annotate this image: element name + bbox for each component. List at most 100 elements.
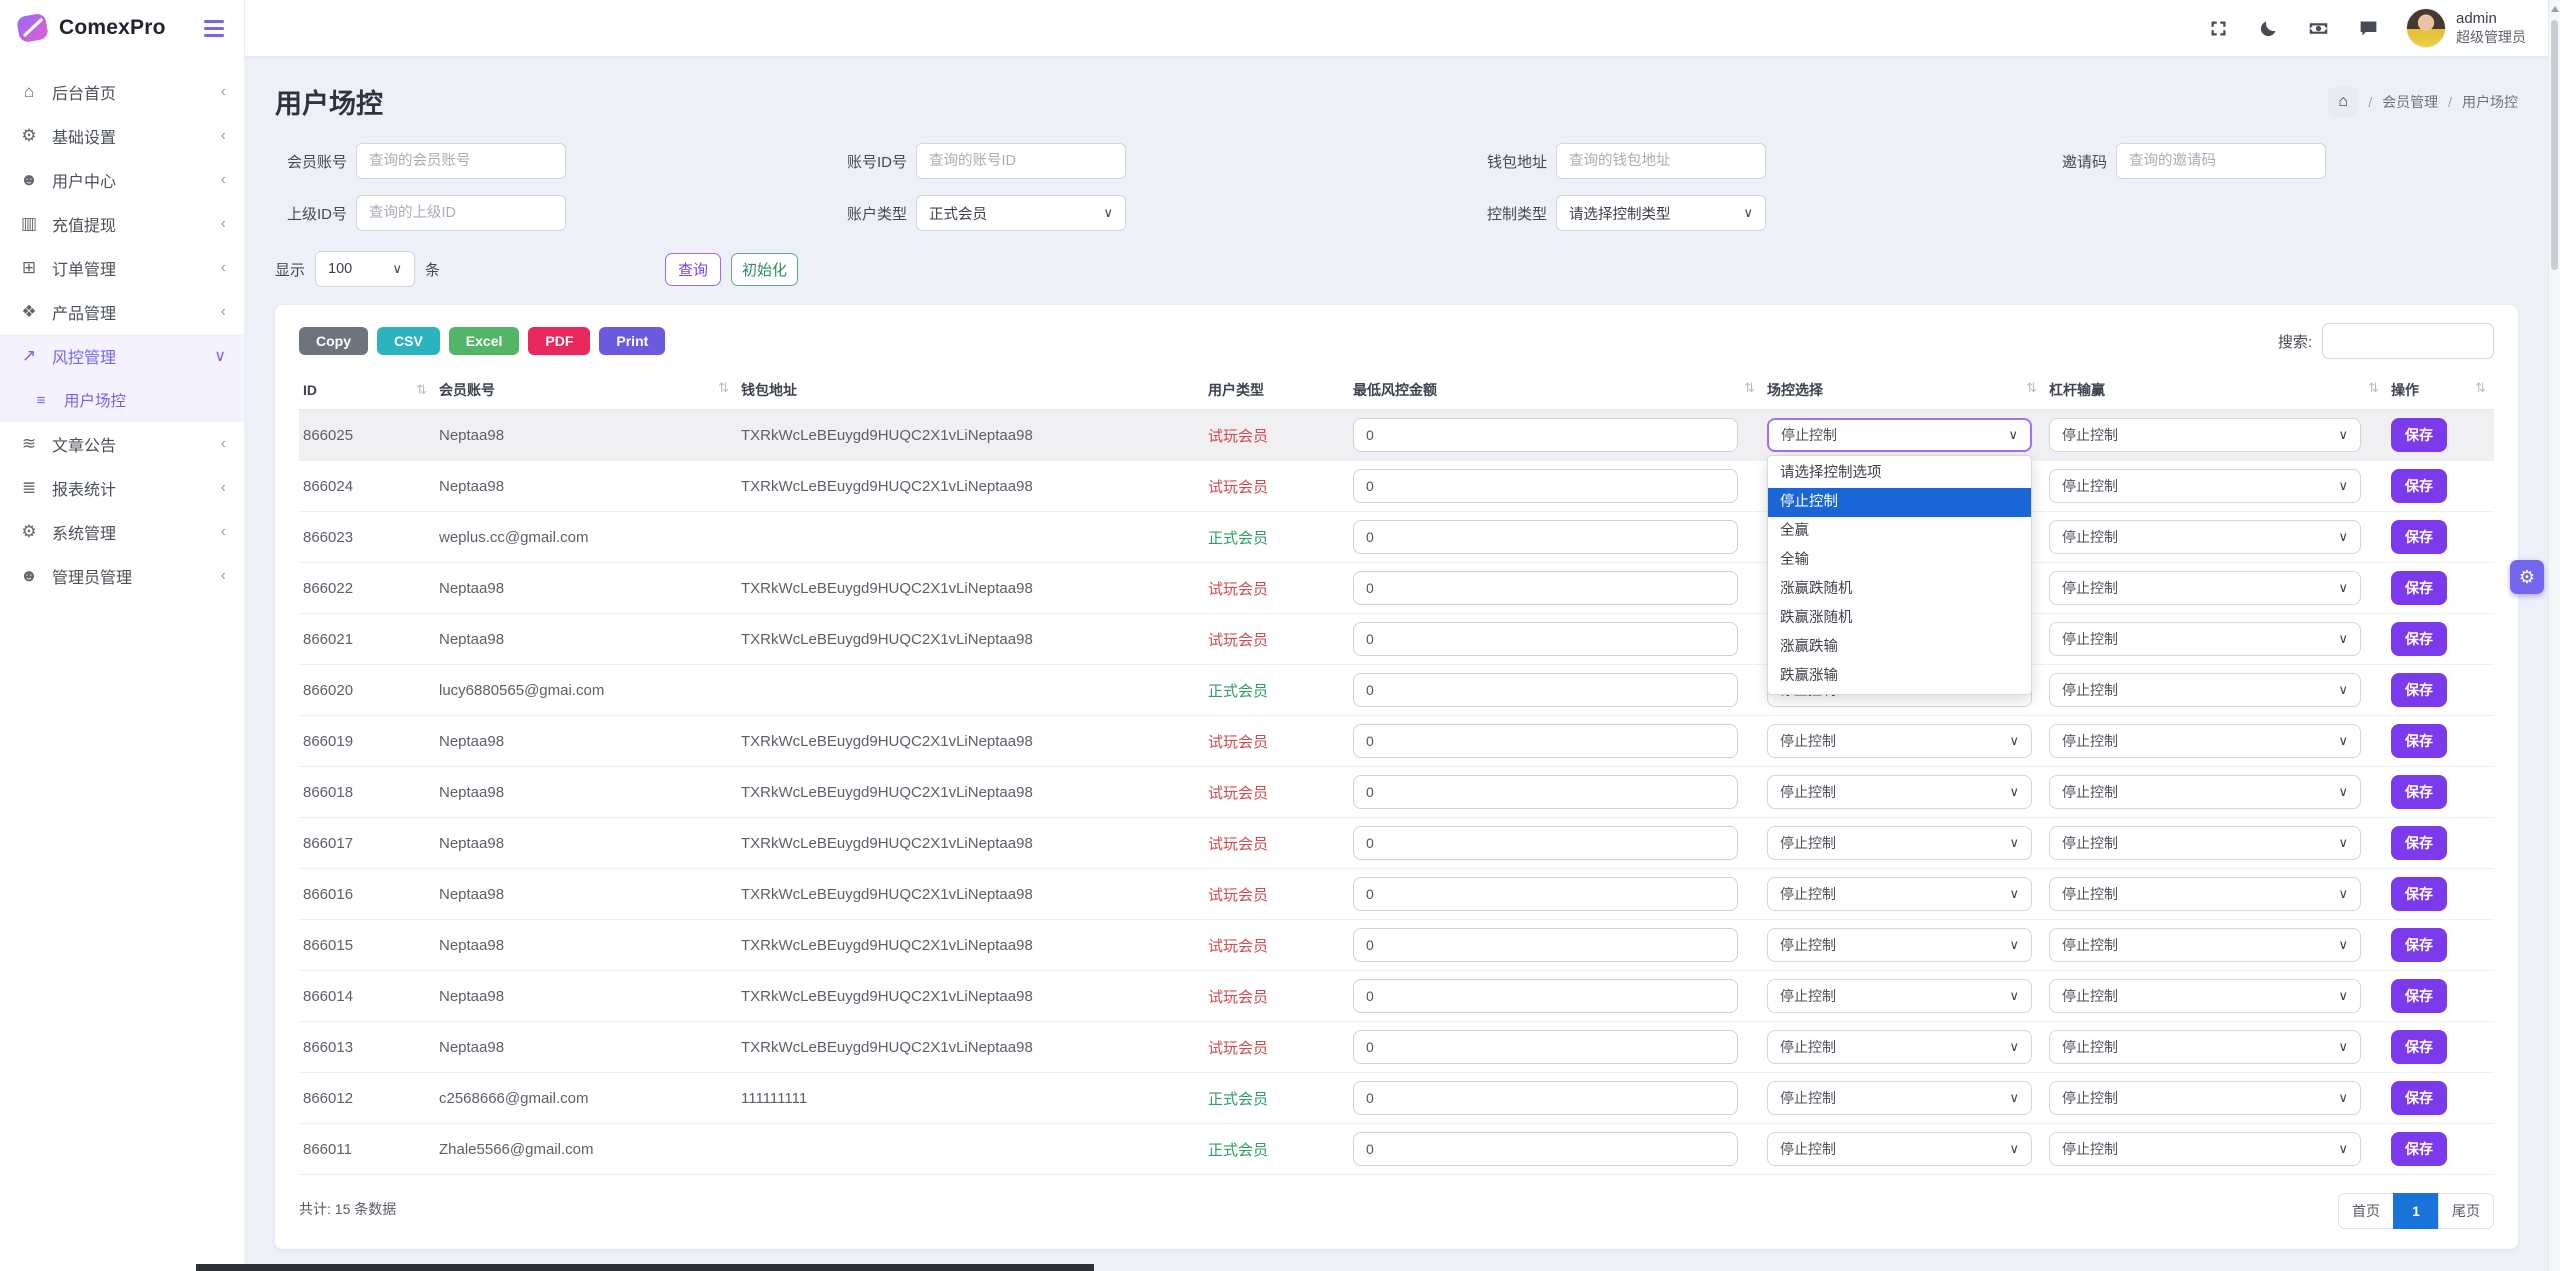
control-select[interactable]: 停止控制 ∨ bbox=[1767, 826, 2032, 860]
control-select[interactable]: 停止控制 ∨ bbox=[1767, 724, 2032, 758]
column-header[interactable]: 场控选择 ⇅ bbox=[1763, 373, 2045, 410]
dropdown-option[interactable]: 跌赢涨随机 bbox=[1768, 604, 2031, 633]
risk-amount-input[interactable] bbox=[1353, 418, 1738, 452]
save-button[interactable]: 保存 bbox=[2391, 928, 2447, 962]
export-button-excel[interactable]: Excel bbox=[448, 327, 520, 355]
save-button[interactable]: 保存 bbox=[2391, 673, 2447, 707]
scrollbar-up-arrow[interactable] bbox=[2551, 6, 2559, 12]
save-button[interactable]: 保存 bbox=[2391, 418, 2447, 452]
sidebar-item-product-management[interactable]: ❖ 产品管理 ‹ bbox=[0, 290, 244, 334]
sidebar-item-dashboard[interactable]: ⌂ 后台首页 ‹ bbox=[0, 70, 244, 114]
column-header[interactable]: 会员账号 ⇅ bbox=[435, 373, 737, 410]
column-header[interactable]: 钱包地址 bbox=[737, 373, 1204, 410]
lever-select[interactable]: 停止控制 ∨ bbox=[2049, 673, 2361, 707]
account-id-input[interactable] bbox=[916, 143, 1126, 179]
risk-amount-input[interactable] bbox=[1353, 877, 1738, 911]
lever-select[interactable]: 停止控制 ∨ bbox=[2049, 775, 2361, 809]
pagination-last[interactable]: 尾页 bbox=[2438, 1193, 2494, 1229]
sidebar-item-article-announcement[interactable]: ≋ 文章公告 ‹ bbox=[0, 422, 244, 466]
scrollbar-thumb[interactable] bbox=[2551, 20, 2558, 270]
parent-id-input[interactable] bbox=[356, 195, 566, 231]
lever-select[interactable]: 停止控制 ∨ bbox=[2049, 1030, 2361, 1064]
sort-icon[interactable]: ⇅ bbox=[2026, 380, 2037, 396]
dropdown-option[interactable]: 涨赢跌随机 bbox=[1768, 575, 2031, 604]
save-button[interactable]: 保存 bbox=[2391, 979, 2447, 1013]
sidebar-item-recharge-withdraw[interactable]: ▥ 充值提现 ‹ bbox=[0, 202, 244, 246]
query-button[interactable]: 查询 bbox=[665, 252, 722, 286]
dropdown-option[interactable]: 全输 bbox=[1768, 546, 2031, 575]
lever-select[interactable]: 停止控制 ∨ bbox=[2049, 928, 2361, 962]
lever-select[interactable]: 停止控制 ∨ bbox=[2049, 520, 2361, 554]
pagination-current-page[interactable]: 1 bbox=[2393, 1193, 2439, 1229]
risk-amount-input[interactable] bbox=[1353, 979, 1738, 1013]
admin-profile[interactable]: admin 超级管理员 bbox=[2406, 8, 2526, 48]
invite-code-input[interactable] bbox=[2116, 143, 2326, 179]
control-select[interactable]: 停止控制 ∨ bbox=[1767, 877, 2032, 911]
sidebar-item-report-statistics[interactable]: ≣ 报表统计 ‹ bbox=[0, 466, 244, 510]
sidebar-item-user-center[interactable]: ☻ 用户中心 ‹ bbox=[0, 158, 244, 202]
export-button-print[interactable]: Print bbox=[599, 327, 666, 355]
control-type-select[interactable]: 请选择控制类型 ∨ bbox=[1556, 195, 1766, 231]
save-button[interactable]: 保存 bbox=[2391, 1030, 2447, 1064]
lever-select[interactable]: 停止控制 ∨ bbox=[2049, 1081, 2361, 1115]
lever-select[interactable]: 停止控制 ∨ bbox=[2049, 469, 2361, 503]
risk-amount-input[interactable] bbox=[1353, 1081, 1738, 1115]
sidebar-item-system-management[interactable]: ⚙ 系统管理 ‹ bbox=[0, 510, 244, 554]
risk-amount-input[interactable] bbox=[1353, 469, 1738, 503]
lever-select[interactable]: 停止控制 ∨ bbox=[2049, 1132, 2361, 1166]
scrollbar[interactable] bbox=[2548, 0, 2560, 1271]
control-select[interactable]: 停止控制 ∨ bbox=[1767, 775, 2032, 809]
dropdown-option[interactable]: 停止控制 bbox=[1768, 488, 2031, 518]
risk-amount-input[interactable] bbox=[1353, 622, 1738, 656]
dropdown-option[interactable]: 全赢 bbox=[1768, 517, 2031, 546]
search-input[interactable] bbox=[2322, 323, 2494, 359]
dropdown-option[interactable]: 涨赢跌输 bbox=[1768, 633, 2031, 662]
account-type-select[interactable]: 正式会员 ∨ bbox=[916, 195, 1126, 231]
save-button[interactable]: 保存 bbox=[2391, 469, 2447, 503]
risk-amount-input[interactable] bbox=[1353, 571, 1738, 605]
sidebar-item-basic-settings[interactable]: ⚙ 基础设置 ‹ bbox=[0, 114, 244, 158]
save-button[interactable]: 保存 bbox=[2391, 622, 2447, 656]
column-header[interactable]: 用户类型 bbox=[1204, 373, 1349, 410]
control-select[interactable]: 停止控制 ∨ bbox=[1767, 979, 2032, 1013]
control-select[interactable]: 停止控制 ∨ bbox=[1767, 928, 2032, 962]
lever-select[interactable]: 停止控制 ∨ bbox=[2049, 979, 2361, 1013]
risk-amount-input[interactable] bbox=[1353, 1030, 1738, 1064]
risk-amount-input[interactable] bbox=[1353, 724, 1738, 758]
save-button[interactable]: 保存 bbox=[2391, 775, 2447, 809]
sort-icon[interactable]: ⇅ bbox=[718, 380, 729, 396]
dark-mode-moon-icon[interactable] bbox=[2256, 16, 2280, 40]
chat-icon[interactable] bbox=[2356, 16, 2380, 40]
sort-icon[interactable]: ⇅ bbox=[2475, 380, 2486, 396]
pagination-first[interactable]: 首页 bbox=[2338, 1193, 2394, 1229]
save-button[interactable]: 保存 bbox=[2391, 571, 2447, 605]
sort-icon[interactable]: ⇅ bbox=[2368, 380, 2379, 396]
save-button[interactable]: 保存 bbox=[2391, 1081, 2447, 1115]
sort-icon[interactable]: ⇅ bbox=[1744, 380, 1755, 396]
risk-amount-input[interactable] bbox=[1353, 1132, 1738, 1166]
money-icon[interactable] bbox=[2306, 16, 2330, 40]
save-button[interactable]: 保存 bbox=[2391, 1132, 2447, 1166]
save-button[interactable]: 保存 bbox=[2391, 520, 2447, 554]
page-size-select[interactable]: 100 ∨ bbox=[315, 251, 416, 287]
avatar[interactable] bbox=[2406, 8, 2446, 48]
sidebar-item-risk-management[interactable]: ↗ 风控管理 ∨ bbox=[0, 334, 244, 378]
fullscreen-icon[interactable] bbox=[2206, 16, 2230, 40]
sidebar-item-admin-management[interactable]: ☻ 管理员管理 ‹ bbox=[0, 554, 244, 598]
control-select[interactable]: 停止控制 ∨ bbox=[1767, 1081, 2032, 1115]
lever-select[interactable]: 停止控制 ∨ bbox=[2049, 826, 2361, 860]
risk-amount-input[interactable] bbox=[1353, 673, 1738, 707]
sidebar-item-user-field-control[interactable]: ≡ 用户场控 bbox=[0, 378, 244, 422]
breadcrumb-item-member-management[interactable]: 会员管理 bbox=[2382, 92, 2438, 112]
risk-amount-input[interactable] bbox=[1353, 775, 1738, 809]
export-button-csv[interactable]: CSV bbox=[377, 327, 440, 355]
column-header[interactable]: 操作 ⇅ bbox=[2387, 373, 2494, 410]
breadcrumb-home-icon[interactable]: ⌂ bbox=[2328, 86, 2359, 117]
settings-gear-button[interactable]: ⚙ bbox=[2510, 560, 2544, 594]
control-select[interactable]: 停止控制 ∨ bbox=[1767, 1030, 2032, 1064]
lever-select[interactable]: 停止控制 ∨ bbox=[2049, 877, 2361, 911]
reset-button[interactable]: 初始化 bbox=[731, 252, 799, 286]
save-button[interactable]: 保存 bbox=[2391, 877, 2447, 911]
risk-amount-input[interactable] bbox=[1353, 928, 1738, 962]
dropdown-option[interactable]: 跌赢涨输 bbox=[1768, 662, 2031, 691]
